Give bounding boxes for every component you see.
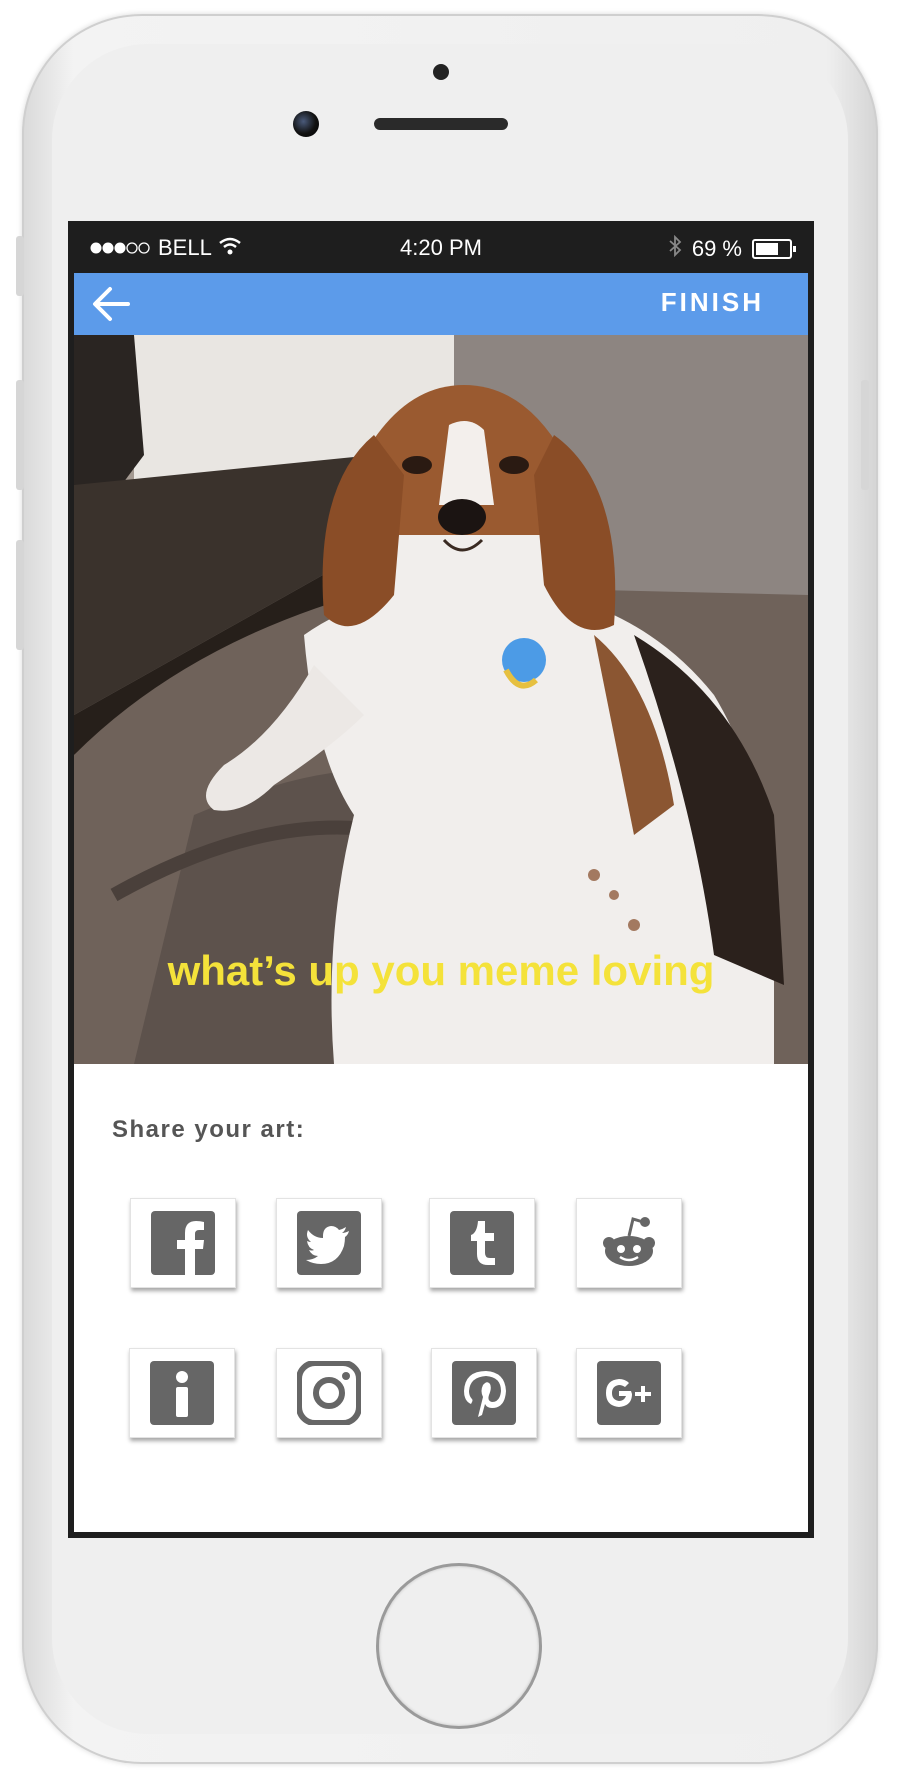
- front-camera: [293, 111, 319, 137]
- instagram-icon: [296, 1360, 362, 1426]
- battery-percent: 69 %: [691, 236, 742, 261]
- status-bar: BELL 4:20 PM 69 %: [68, 221, 814, 273]
- facebook-icon: [151, 1211, 215, 1275]
- share-title: Share your art:: [112, 1116, 306, 1143]
- share-pinterest-button[interactable]: [431, 1348, 537, 1438]
- home-button[interactable]: [376, 1563, 542, 1729]
- share-reddit-button[interactable]: [576, 1198, 682, 1288]
- twitter-icon: [297, 1211, 361, 1275]
- back-arrow-icon[interactable]: [92, 286, 132, 322]
- share-facebook-button[interactable]: [130, 1198, 236, 1288]
- tumblr-icon: [450, 1211, 514, 1275]
- proximity-sensor: [433, 64, 449, 80]
- finish-button[interactable]: FINISH: [661, 287, 764, 318]
- power-button: [861, 380, 869, 490]
- volume-down-button: [16, 540, 24, 650]
- meme-image: what’s up you meme loving: [74, 335, 808, 1064]
- bluetooth-icon: [668, 234, 682, 263]
- app-bar: FINISH: [74, 273, 808, 335]
- share-twitter-button[interactable]: [276, 1198, 382, 1288]
- share-tumblr-button[interactable]: [429, 1198, 535, 1288]
- share-google-plus-button[interactable]: [576, 1348, 682, 1438]
- battery-icon: [752, 239, 796, 259]
- google-plus-icon: [597, 1361, 661, 1425]
- screen: BELL 4:20 PM 69 % FINISH what’s up you m…: [68, 221, 814, 1538]
- earpiece-speaker: [374, 118, 508, 130]
- share-panel: Share your art:: [74, 1064, 808, 1532]
- volume-up-button: [16, 380, 24, 490]
- share-info-button[interactable]: [129, 1348, 235, 1438]
- pinterest-icon: [452, 1361, 516, 1425]
- meme-caption: what’s up you meme loving: [167, 947, 715, 994]
- share-instagram-button[interactable]: [276, 1348, 382, 1438]
- reddit-icon: [597, 1211, 661, 1275]
- info-icon: [150, 1361, 214, 1425]
- mute-switch: [16, 236, 24, 296]
